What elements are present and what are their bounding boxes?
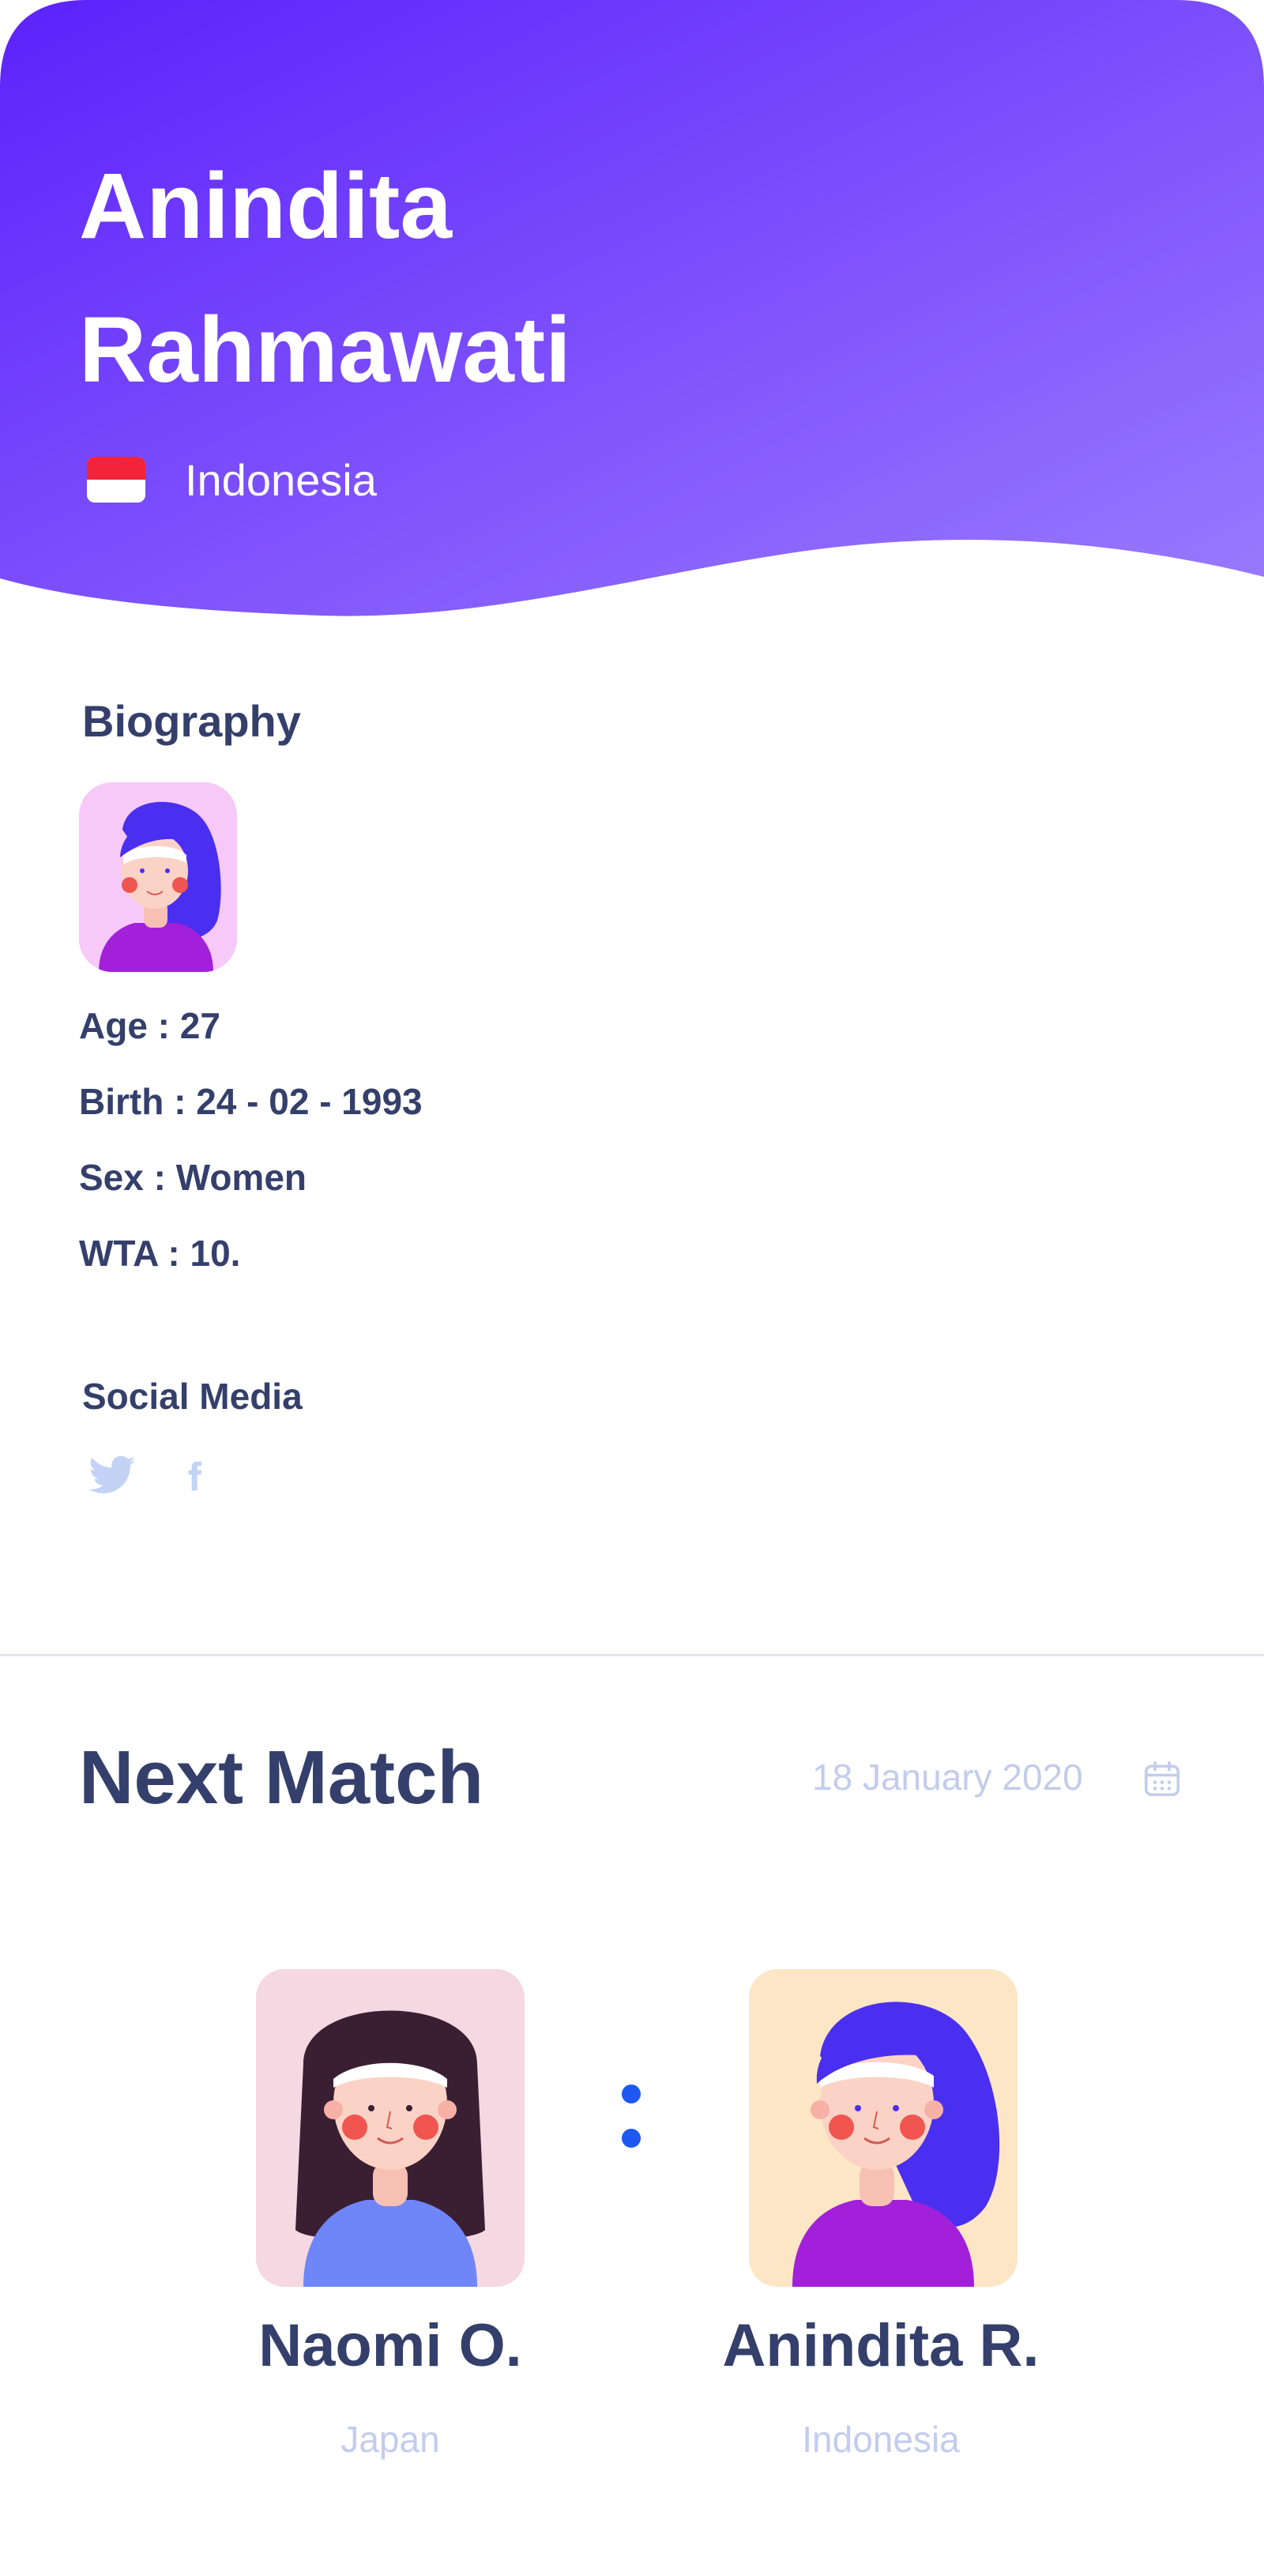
player-full-name: Anindita Rahmawati [79,134,1027,422]
player-avatar-match[interactable] [749,1969,1018,2287]
opponent-name[interactable]: Naomi O. [185,2311,596,2380]
fact-birth: Birth : 24 - 02 - 1993 [79,1081,423,1122]
social-media-links [87,1451,212,1501]
player-avatar [79,782,237,972]
profile-header: Anindita Rahmawati Indonesia [0,0,1264,632]
next-match-heading: Next Match [79,1735,484,1820]
facebook-icon[interactable] [177,1451,212,1501]
player-country: Indonesia [87,450,377,509]
player-country-label: Indonesia [185,454,377,505]
player-name-match[interactable]: Anindita R. [675,2311,1086,2380]
calendar-icon[interactable] [1141,1757,1183,1800]
biography-heading: Biography [82,696,301,746]
twitter-icon[interactable] [87,1451,137,1501]
player-first-name: Anindita [79,154,452,258]
fact-sex: Sex : Women [79,1157,307,1198]
fact-age: Age : 27 [79,1005,220,1046]
versus-separator [619,2085,643,2148]
indonesia-flag-icon [87,457,145,503]
biography-facts: Age : 27 Birth : 24 - 02 - 1993 Sex : Wo… [79,1002,423,1305]
opponent-country: Japan [340,2419,440,2460]
player-country-match: Indonesia [802,2419,960,2460]
section-divider [0,1654,1264,1656]
next-match-date: 18 January 2020 [812,1757,1083,1798]
social-media-heading: Social Media [82,1376,303,1417]
opponent-avatar[interactable] [256,1969,525,2287]
fact-wta: WTA : 10. [79,1233,241,1274]
player-last-name: Rahmawati [79,298,571,402]
